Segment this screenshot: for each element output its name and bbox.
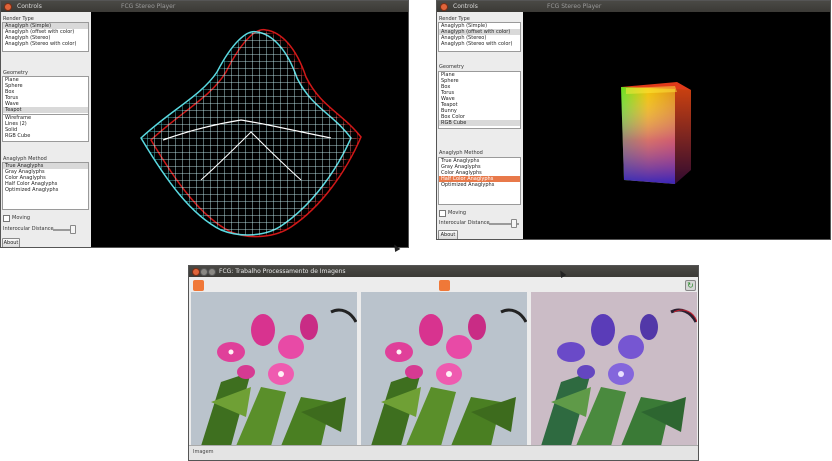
stereo-window-wireframe: Controls FCG Stereo Player Render Type A… (0, 0, 409, 248)
rgb-cube (621, 82, 691, 184)
moving-checkbox[interactable] (3, 215, 10, 222)
about-button[interactable]: About (2, 238, 20, 247)
maximize-button[interactable] (208, 268, 216, 276)
anaglyph-method-label: Anaglyph Method (439, 150, 483, 156)
title-bar[interactable]: FCG: Trabalho Processamento de Imagens (189, 266, 698, 277)
moving-label: Moving (12, 215, 31, 221)
wireframe-surface (140, 28, 362, 238)
close-button[interactable] (4, 3, 12, 11)
list-item[interactable]: Optimized Anaglyphs (3, 187, 88, 193)
geometry-list[interactable]: Plane Sphere Box Torus Wave Teapot Bunny… (438, 71, 521, 129)
close-button[interactable] (440, 3, 448, 11)
open-right-image-button[interactable] (439, 280, 450, 291)
image-processing-window: FCG: Trabalho Processamento de Imagens ↻ (188, 265, 699, 461)
window-subtitle: FCG Stereo Player (547, 3, 602, 10)
anaglyph-result-image (531, 292, 698, 446)
distance-label: Interocular Distance (3, 226, 54, 232)
close-button[interactable] (192, 268, 200, 276)
anaglyph-method-list[interactable]: True Anaglyphs Gray Anaglyphs Color Anag… (2, 162, 89, 210)
title-bar[interactable]: Controls FCG Stereo Player (437, 1, 830, 12)
list-item[interactable]: Anaglyph (Stereo with color) (3, 41, 88, 47)
controls-panel: Render Type Anaglyph (Simple) Anaglyph (… (1, 12, 92, 247)
shading-list[interactable]: Wireframe Lines (2) Solid RGB Cube (2, 114, 89, 142)
anaglyph-method-list[interactable]: True Anaglyphs Gray Anaglyphs Color Anag… (438, 157, 521, 205)
render-type-list[interactable]: Anaglyph (Simple) Anaglyph (offset with … (438, 22, 521, 52)
left-image (191, 292, 358, 446)
window-subtitle: FCG Stereo Player (121, 3, 176, 10)
stereo-window-rgb-cube: Controls FCG Stereo Player Render Type A… (436, 0, 831, 240)
controls-panel: Render Type Anaglyph (Simple) Anaglyph (… (437, 12, 524, 239)
window-title: Controls (17, 3, 42, 10)
moving-checkbox[interactable] (439, 210, 446, 217)
list-item[interactable]: Optimized Anaglyphs (439, 182, 520, 188)
status-bar: Imagem (189, 445, 698, 460)
list-item[interactable]: Anaglyph (Stereo with color) (439, 41, 520, 47)
render-type-list[interactable]: Anaglyph (Simple) Anaglyph (offset with … (2, 22, 89, 52)
refresh-icon[interactable]: ↻ (685, 280, 696, 291)
minimize-button[interactable] (200, 268, 208, 276)
title-bar[interactable]: Controls FCG Stereo Player (1, 1, 408, 12)
render-canvas[interactable] (91, 12, 408, 247)
geometry-list[interactable]: Plane Sphere Box Torus Wave Teapot (2, 76, 89, 116)
distance-slider-handle[interactable] (511, 219, 517, 228)
window-title: FCG: Trabalho Processamento de Imagens (219, 268, 346, 275)
status-text: Imagem (193, 449, 214, 455)
render-canvas[interactable] (523, 12, 830, 239)
moving-label: Moving (448, 210, 467, 216)
open-left-image-button[interactable] (193, 280, 204, 291)
window-title: Controls (453, 3, 478, 10)
about-button[interactable]: About (438, 230, 458, 239)
geometry-label: Geometry (439, 64, 464, 70)
list-item[interactable]: RGB Cube (3, 133, 88, 139)
right-image (361, 292, 528, 446)
distance-slider-handle[interactable] (70, 225, 76, 234)
list-item[interactable]: RGB Cube (439, 120, 520, 126)
distance-label: Interocular Distance (439, 220, 490, 226)
list-item[interactable]: Teapot (3, 107, 88, 113)
